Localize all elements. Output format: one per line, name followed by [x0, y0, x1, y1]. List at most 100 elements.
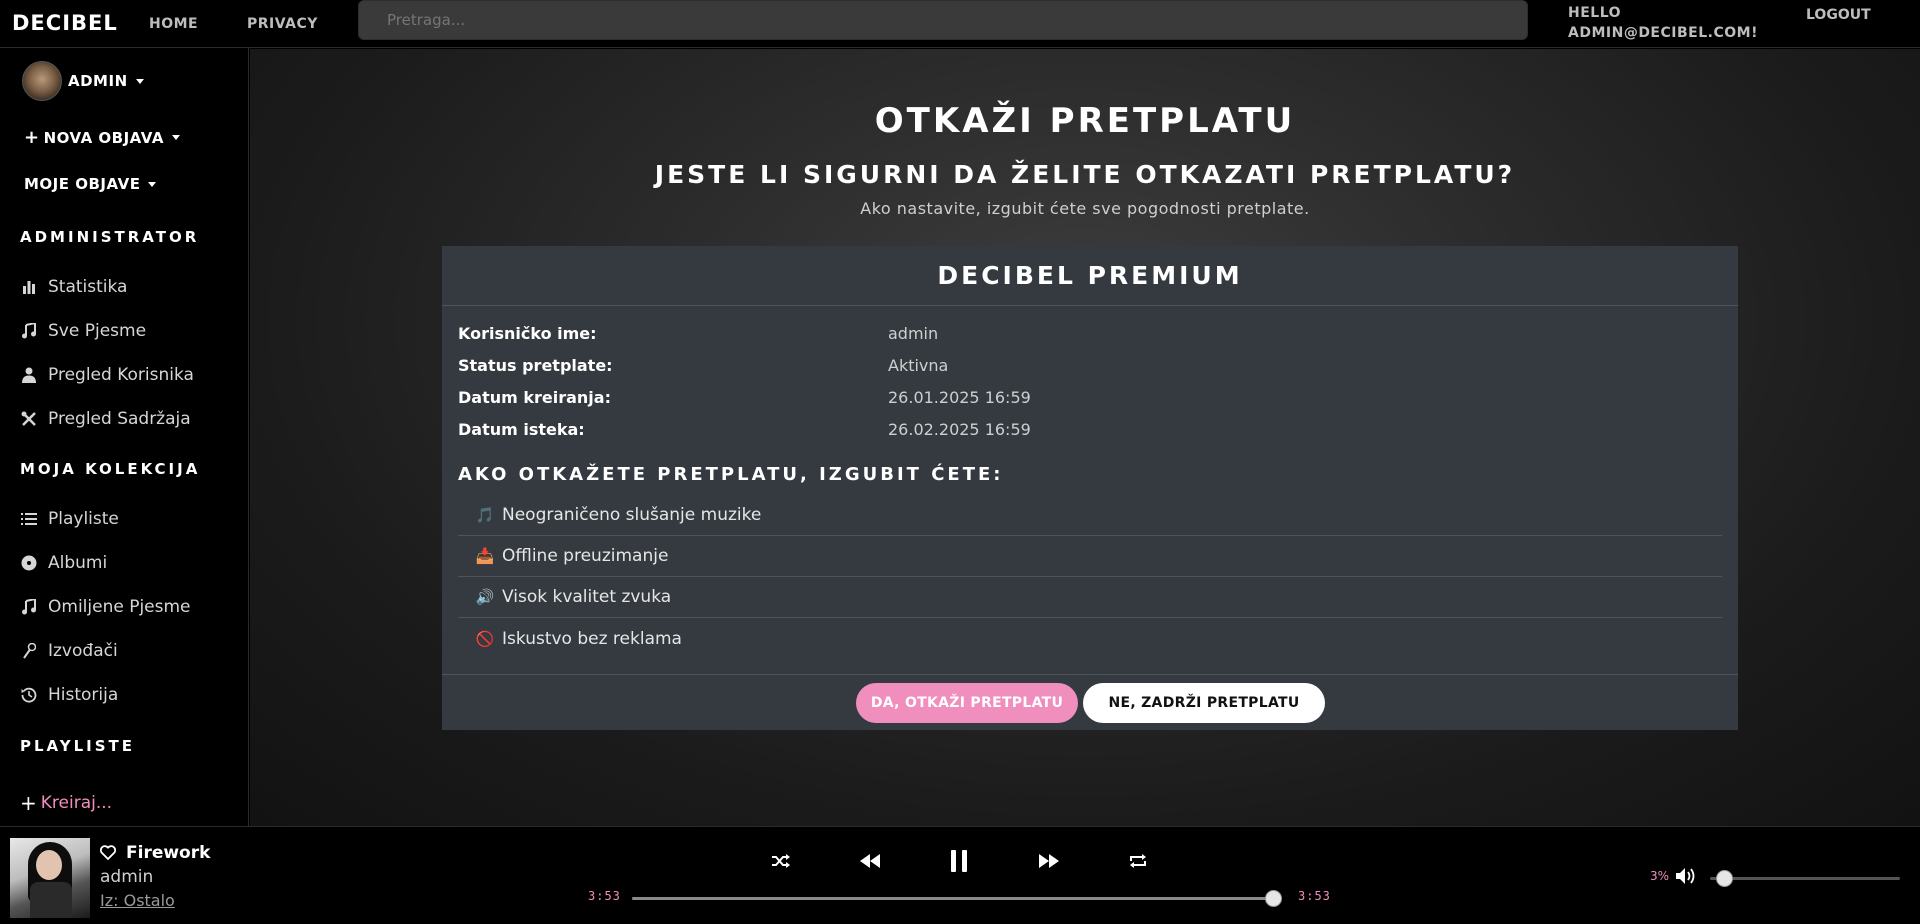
info-key: Status pretplate:	[458, 356, 613, 375]
sidebar-item-label: Pregled Korisnika	[48, 365, 194, 385]
sidebar-item-label: Historija	[48, 685, 119, 705]
caret-down-icon	[135, 78, 144, 84]
list-icon	[20, 510, 38, 528]
bar-chart-icon	[20, 278, 38, 296]
shuffle-icon[interactable]	[767, 847, 795, 875]
music-note-icon	[20, 322, 38, 340]
tools-icon	[20, 410, 38, 428]
confirm-question: JESTE LI SIGURNI DA ŽELITE OTKAZATI PRET…	[654, 160, 1516, 189]
song-artist[interactable]: admin	[100, 867, 153, 887]
no-entry-icon: 🚫	[475, 629, 495, 648]
sidebar-item-label: Playliste	[48, 509, 119, 529]
logout-link[interactable]: LOGOUT	[1806, 7, 1871, 23]
info-value: 26.01.2025 16:59	[888, 388, 1031, 407]
feature-label: Iskustvo bez reklama	[502, 628, 682, 649]
page-title: OTKAŽI PRETPLATU	[874, 101, 1296, 141]
lose-heading: AKO OTKAŽETE PRETPLATU, IZGUBIT ĆETE:	[458, 464, 1004, 485]
song-source-link[interactable]: Iz: Ostalo	[100, 891, 175, 910]
new-post-dropdown[interactable]: + NOVA OBJAVA	[24, 127, 180, 148]
volume-icon[interactable]	[1676, 867, 1698, 889]
repeat-icon[interactable]	[1124, 847, 1152, 875]
pause-icon[interactable]	[945, 847, 973, 875]
sidebar-item-statistika[interactable]: Statistika	[20, 277, 127, 297]
greeting-email: ADMIN@DECIBEL.COM!	[1568, 25, 1758, 41]
greeting: HELLO ADMIN@DECIBEL.COM!	[1568, 3, 1758, 43]
feature-item: 🔊 Visok kvalitet zvuka	[458, 577, 1722, 618]
volume-slider[interactable]	[1710, 870, 1900, 887]
volume-handle[interactable]	[1715, 870, 1733, 887]
progress-bar[interactable]	[632, 890, 1282, 907]
song-title[interactable]: Firework	[126, 843, 210, 863]
caret-down-icon	[171, 135, 180, 140]
user-menu[interactable]: ADMIN	[22, 61, 144, 101]
plus-icon: +	[20, 791, 37, 815]
sidebar-item-playliste[interactable]: Playliste	[20, 509, 119, 529]
sidebar-item-label: Statistika	[48, 277, 128, 297]
user-name: ADMIN	[68, 72, 128, 90]
top-navbar: DECIBEL HOME PRIVACY HELLO ADMIN@DECIBEL…	[0, 0, 1920, 48]
admin-heading: ADMINISTRATOR	[20, 228, 200, 246]
plus-icon: +	[24, 127, 40, 148]
playlists-heading: PLAYLISTE	[20, 737, 136, 755]
sidebar-item-label: Pregled Sadržaja	[48, 409, 191, 429]
brand-logo[interactable]: DECIBEL	[12, 11, 118, 35]
feature-label: Visok kvalitet zvuka	[502, 587, 672, 607]
search-input[interactable]	[358, 0, 1528, 40]
info-value: admin	[888, 324, 939, 343]
info-value: Aktivna	[888, 356, 949, 375]
progress-fill	[632, 897, 1280, 900]
card-title: DECIBEL PREMIUM	[442, 246, 1738, 306]
microphone-icon	[20, 642, 38, 660]
download-tray-icon: 📥	[475, 547, 495, 565]
main-content: OTKAŽI PRETPLATU JESTE LI SIGURNI DA ŽEL…	[250, 49, 1920, 826]
sidebar-item-historija[interactable]: Historija	[20, 685, 118, 705]
previous-icon[interactable]	[856, 847, 884, 875]
info-key: Datum isteka:	[458, 420, 585, 439]
feature-label: Offline preuzimanje	[502, 546, 669, 566]
greeting-line1: HELLO	[1568, 5, 1622, 21]
feature-item: 📥 Offline preuzimanje	[458, 536, 1722, 577]
sidebar-item-izvodaci[interactable]: Izvođači	[20, 641, 118, 661]
music-note-icon	[20, 598, 38, 616]
feature-label: Neograničeno slušanje muzike	[502, 505, 762, 525]
disc-icon	[20, 554, 38, 572]
nav-home-link[interactable]: HOME	[149, 16, 198, 32]
create-playlist-label: Kreiraj...	[40, 793, 113, 813]
user-icon	[20, 366, 38, 384]
nav-privacy-link[interactable]: PRIVACY	[247, 16, 318, 32]
feature-item: 🎵 Neograničeno slušanje muzike	[458, 495, 1722, 536]
collection-heading: MOJA KOLEKCIJA	[20, 460, 201, 478]
sidebar-item-omiljene-pjesme[interactable]: Omiljene Pjesme	[20, 597, 191, 617]
time-current: 3:53	[588, 889, 621, 903]
volume-percent: 3%	[1650, 869, 1670, 883]
caret-down-icon	[148, 181, 157, 187]
my-posts-dropdown[interactable]: MOJE OBJAVE	[24, 175, 157, 193]
keep-subscription-button[interactable]: NE, ZADRŽI PRETPLATU	[1083, 683, 1325, 723]
my-posts-label: MOJE OBJAVE	[24, 175, 141, 193]
sidebar-item-label: Albumi	[48, 553, 108, 573]
history-icon	[20, 686, 38, 704]
album-cover[interactable]	[10, 838, 90, 918]
info-key: Korisničko ime:	[458, 324, 597, 343]
sidebar-item-label: Izvođači	[48, 641, 118, 661]
subscription-card: DECIBEL PREMIUM Korisničko ime: admin St…	[442, 246, 1738, 730]
sidebar: ADMIN + NOVA OBJAVA MOJE OBJAVE ADMINIST…	[0, 48, 249, 826]
music-note-icon: 🎵	[475, 506, 495, 524]
cancel-subscription-button[interactable]: DA, OTKAŽI PRETPLATU	[856, 683, 1078, 723]
sidebar-item-pregled-sadrzaja[interactable]: Pregled Sadržaja	[20, 409, 191, 429]
next-icon[interactable]	[1035, 847, 1063, 875]
sidebar-item-albumi[interactable]: Albumi	[20, 553, 107, 573]
sidebar-item-label: Sve Pjesme	[48, 321, 147, 341]
feature-item: 🚫 Iskustvo bez reklama	[458, 618, 1722, 659]
info-key: Datum kreiranja:	[458, 388, 611, 407]
avatar	[22, 61, 62, 101]
progress-handle[interactable]	[1265, 890, 1282, 907]
sidebar-item-sve-pjesme[interactable]: Sve Pjesme	[20, 321, 146, 341]
sidebar-item-pregled-korisnika[interactable]: Pregled Korisnika	[20, 365, 194, 385]
create-playlist-link[interactable]: + Kreiraj...	[20, 791, 112, 815]
card-footer: DA, OTKAŽI PRETPLATU NE, ZADRŽI PRETPLAT…	[442, 674, 1738, 730]
heart-icon[interactable]	[99, 845, 117, 864]
time-total: 3:53	[1298, 889, 1331, 903]
info-value: 26.02.2025 16:59	[888, 420, 1031, 439]
confirm-subtext: Ako nastavite, izgubit ćete sve pogodnos…	[860, 199, 1310, 218]
